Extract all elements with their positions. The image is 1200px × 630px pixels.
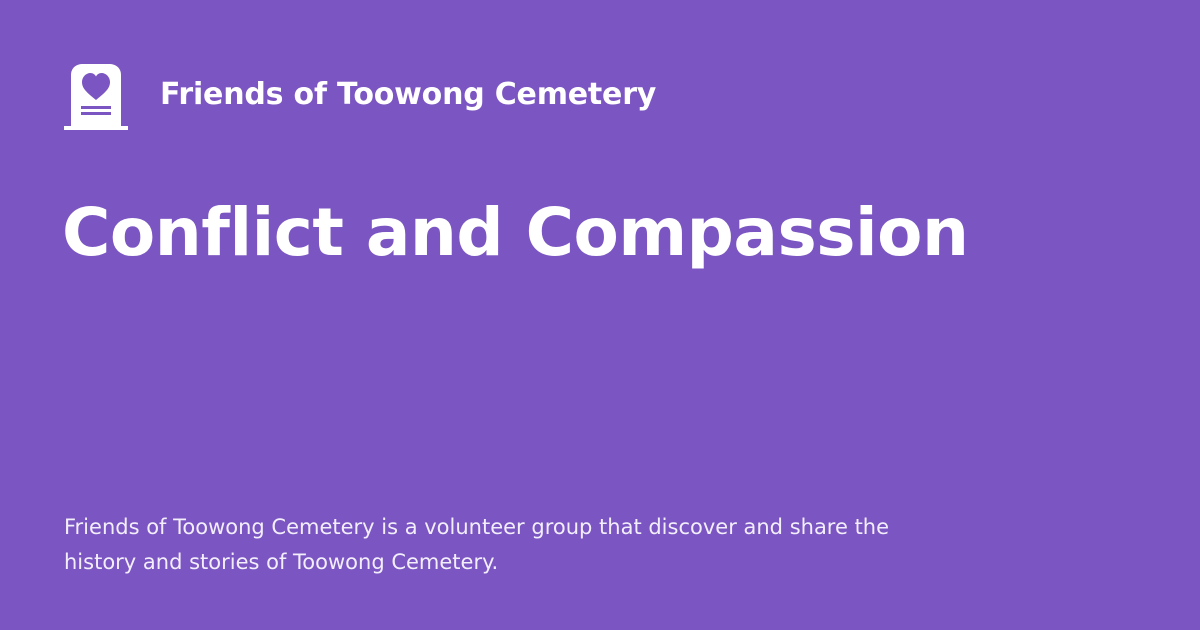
- page-title: Conflict and Compassion: [62, 194, 969, 271]
- page-description: Friends of Toowong Cemetery is a volunte…: [64, 515, 890, 574]
- site-name: Friends of Toowong Cemetery: [160, 77, 657, 112]
- social-share-card: Friends of Toowong Cemetery Conflict and…: [0, 0, 1200, 630]
- heart-headstone-icon: [64, 62, 128, 130]
- site-branding: Friends of Toowong Cemetery: [64, 62, 656, 130]
